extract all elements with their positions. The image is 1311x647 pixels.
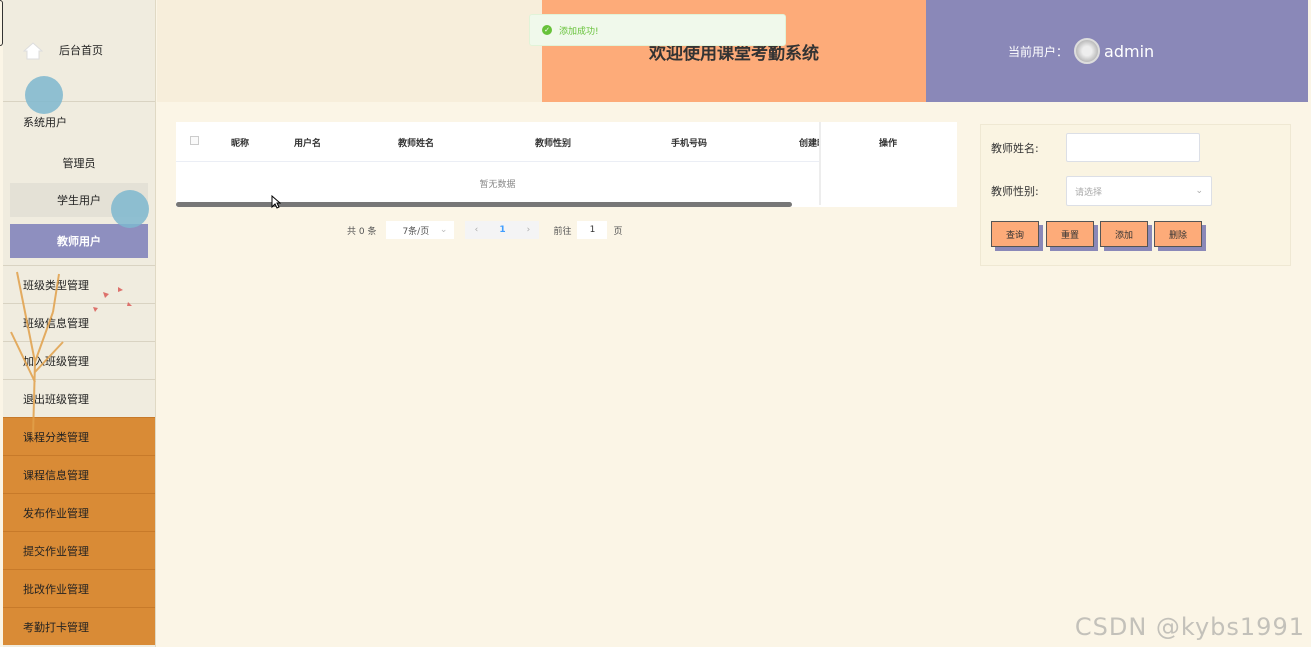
header-left-panel bbox=[157, 0, 542, 102]
pagination: 共 0 条 7条/页 ⌄ ‹ 1 › 前往 1 页 bbox=[347, 220, 622, 240]
column-phone[interactable]: 手机号码 bbox=[671, 136, 707, 149]
sidebar-item-attendance[interactable]: 考勤打卡管理 bbox=[3, 607, 155, 645]
page-suffix: 页 bbox=[613, 226, 623, 237]
teacher-gender-label: 教师性别: bbox=[991, 185, 1039, 198]
column-operations: 操作 bbox=[879, 139, 898, 149]
sidebar-item-publish-homework[interactable]: 发布作业管理 bbox=[3, 493, 155, 531]
next-page-icon[interactable]: › bbox=[517, 225, 539, 235]
chevron-down-icon: ⌄ bbox=[1195, 186, 1203, 196]
column-username[interactable]: 用户名 bbox=[294, 136, 321, 149]
sidebar-item-teacher-users[interactable]: 教师用户 bbox=[10, 224, 148, 258]
sidebar-item-submit-homework[interactable]: 提交作业管理 bbox=[3, 531, 155, 569]
teacher-name-input[interactable] bbox=[1066, 133, 1200, 162]
goto-label: 前往 bbox=[553, 226, 572, 237]
sidebar-item-class-type[interactable]: 班级类型管理 bbox=[3, 265, 155, 303]
page-size-value: 7条/页 bbox=[402, 226, 430, 237]
pagination-total: 共 0 条 bbox=[347, 226, 377, 237]
table-empty-text: 暂无数据 bbox=[479, 180, 516, 190]
goto-page-input[interactable]: 1 bbox=[577, 221, 608, 239]
current-user-label: 当前用户： bbox=[1008, 44, 1069, 59]
username[interactable]: admin bbox=[1104, 42, 1154, 61]
teacher-gender-select[interactable]: 请选择 ⌄ bbox=[1066, 176, 1212, 206]
query-button[interactable]: 查询 bbox=[991, 221, 1039, 247]
pagination-nav: ‹ 1 › bbox=[465, 221, 540, 239]
prev-page-icon[interactable]: ‹ bbox=[465, 225, 487, 235]
table-horizontal-scrollbar[interactable] bbox=[176, 202, 792, 207]
sidebar-item-admin[interactable]: 管理员 bbox=[3, 142, 155, 183]
search-panel: 教师姓名: 教师性别: 请选择 ⌄ 查询 重置 添加 删除 bbox=[980, 124, 1291, 266]
column-nickname[interactable]: 昵称 bbox=[231, 136, 249, 149]
teacher-name-label: 教师姓名: bbox=[991, 142, 1039, 155]
add-button[interactable]: 添加 bbox=[1100, 221, 1148, 247]
delete-button[interactable]: 删除 bbox=[1154, 221, 1202, 247]
sidebar-item-grade-homework[interactable]: 批改作业管理 bbox=[3, 569, 155, 607]
column-teacher-name[interactable]: 教师姓名 bbox=[398, 136, 434, 149]
sidebar-home-label: 后台首页 bbox=[59, 43, 103, 57]
decorative-blob bbox=[25, 76, 63, 114]
home-icon bbox=[22, 41, 44, 61]
avatar[interactable] bbox=[1074, 38, 1101, 64]
check-circle-icon: ✓ bbox=[542, 25, 552, 35]
sidebar-item-class-info[interactable]: 班级信息管理 bbox=[3, 303, 155, 341]
page-number-current[interactable]: 1 bbox=[487, 225, 517, 235]
sidebar-item-join-class[interactable]: 加入班级管理 bbox=[3, 341, 155, 379]
sidebar-item-course-info[interactable]: 课程信息管理 bbox=[3, 455, 155, 493]
gender-placeholder: 请选择 bbox=[1075, 187, 1103, 198]
sidebar-group-system-users[interactable]: 系统用户 bbox=[3, 102, 155, 142]
page-size-select[interactable]: 7条/页 ⌄ bbox=[386, 221, 455, 239]
reset-button[interactable]: 重置 bbox=[1046, 221, 1094, 247]
header-user-panel: 当前用户： admin bbox=[926, 0, 1308, 102]
chevron-down-icon: ⌄ bbox=[439, 225, 448, 235]
sidebar: 后台首页 系统用户 管理员 学生用户 教师用户 班级类型管理 班级信息管理 加入… bbox=[3, 0, 156, 647]
teacher-table: 昵称 用户名 教师姓名 教师性别 手机号码 创建时 暂无数据 操作 bbox=[176, 122, 957, 207]
toast-message: 添加成功! bbox=[559, 26, 599, 37]
sidebar-item-course-category[interactable]: 课程分类管理 bbox=[3, 417, 155, 455]
watermark: CSDN @kybs1991 bbox=[1074, 613, 1305, 641]
mouse-cursor-icon bbox=[271, 195, 281, 209]
sidebar-item-leave-class[interactable]: 退出班级管理 bbox=[3, 379, 155, 417]
decorative-blob bbox=[111, 190, 149, 228]
success-toast: ✓ 添加成功! bbox=[529, 14, 786, 46]
table-fixed-op-column: 操作 bbox=[819, 122, 957, 205]
sidebar-home[interactable]: 后台首页 bbox=[3, 0, 155, 114]
column-teacher-gender[interactable]: 教师性别 bbox=[535, 136, 571, 149]
select-all-checkbox[interactable] bbox=[190, 136, 199, 145]
